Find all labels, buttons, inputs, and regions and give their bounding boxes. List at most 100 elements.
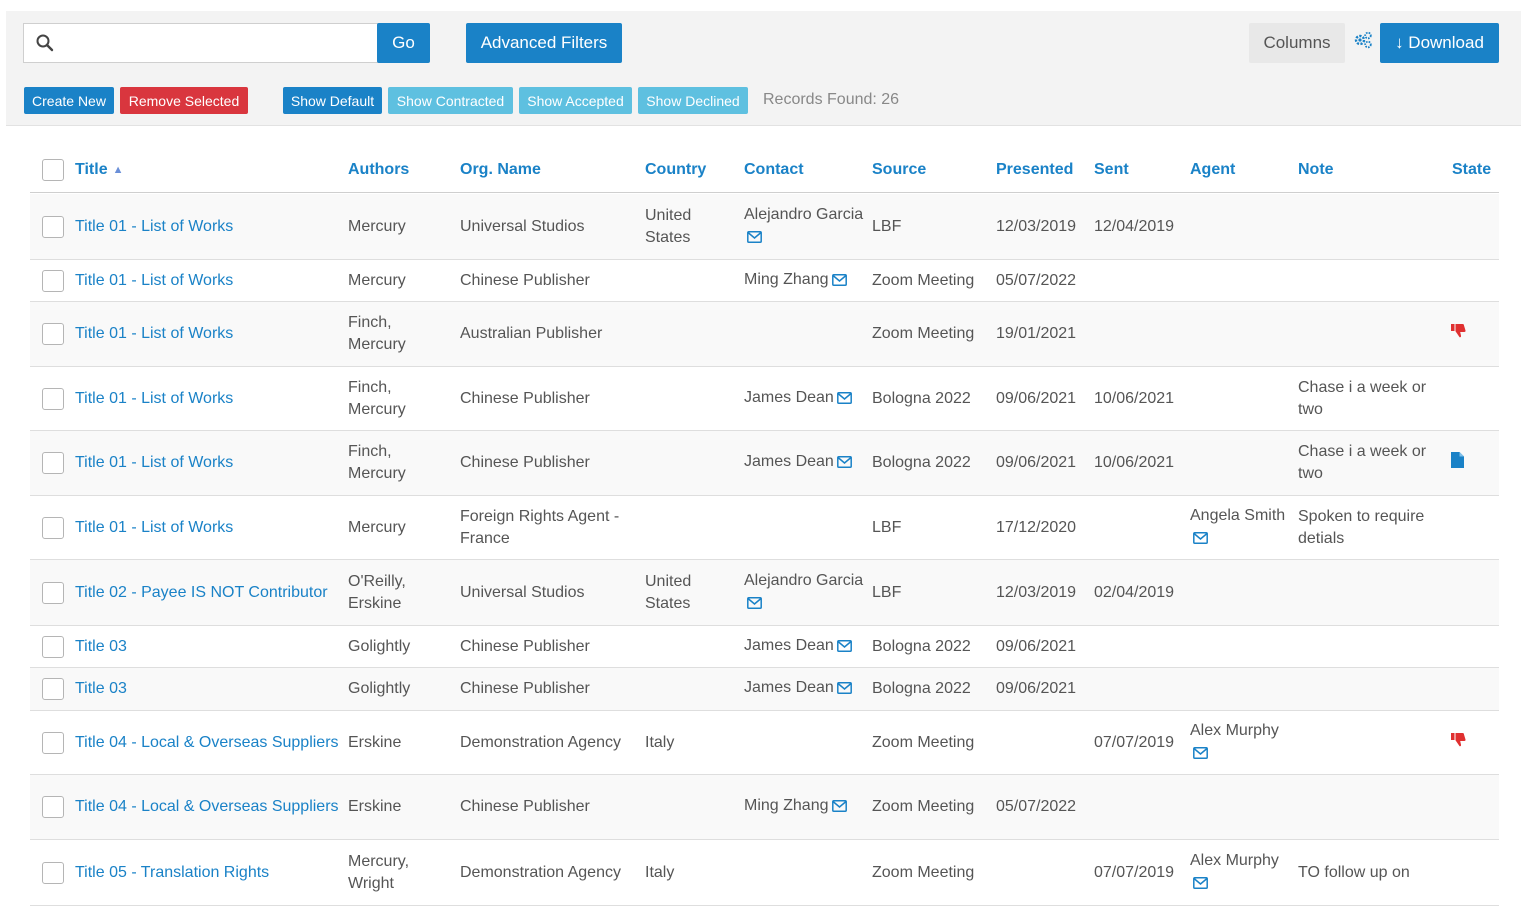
title-link[interactable]: Title 01 - List of Works bbox=[75, 388, 233, 410]
title-value[interactable]: Title 01 - List of Works bbox=[75, 272, 233, 289]
header-agent[interactable]: Agent bbox=[1190, 148, 1235, 192]
cell-title[interactable]: Title 04 - Local & Overseas Suppliers bbox=[75, 711, 345, 774]
header-authors[interactable]: Authors bbox=[348, 148, 409, 192]
cell-title[interactable]: Title 01 - List of Works bbox=[75, 194, 345, 259]
table-row[interactable]: Title 03 Golightly Chinese Publisher James … bbox=[30, 668, 1499, 711]
header-title[interactable]: Title ▲ bbox=[75, 148, 124, 192]
email-icon[interactable] bbox=[836, 453, 852, 475]
select-all-checkbox[interactable] bbox=[42, 159, 64, 181]
table-row[interactable]: Title 05 - Translation Rights Mercury, Wr… bbox=[30, 840, 1499, 906]
title-link[interactable]: Title 01 - List of Works bbox=[75, 323, 233, 345]
header-country[interactable]: Country bbox=[645, 148, 706, 192]
cell-title[interactable]: Title 01 - List of Works bbox=[75, 496, 345, 559]
row-checkbox[interactable] bbox=[42, 635, 64, 658]
title-link[interactable]: Title 01 - List of Works bbox=[75, 452, 233, 474]
table-row[interactable]: Title 01 - List of Works Finch, Mercury Ch… bbox=[30, 367, 1499, 431]
header-note[interactable]: Note bbox=[1298, 148, 1334, 192]
remove-selected-button[interactable]: Remove Selected bbox=[120, 87, 248, 114]
title-value[interactable]: Title 03 bbox=[75, 680, 127, 697]
advanced-filters-button[interactable]: Advanced Filters bbox=[466, 23, 622, 63]
title-value[interactable]: Title 01 - List of Works bbox=[75, 454, 233, 471]
email-icon[interactable] bbox=[831, 271, 847, 293]
create-new-button[interactable]: Create New bbox=[24, 87, 114, 114]
title-value[interactable]: Title 03 bbox=[75, 638, 127, 655]
table-row[interactable]: Title 01 - List of Works Finch, Mercury Ch… bbox=[30, 431, 1499, 496]
header-state[interactable]: State bbox=[1452, 148, 1491, 192]
title-link[interactable]: Title 01 - List of Works bbox=[75, 270, 233, 292]
go-button[interactable]: Go bbox=[377, 23, 430, 63]
cell-title[interactable]: Title 05 - Translation Rights bbox=[75, 840, 345, 905]
cell-title[interactable]: Title 01 - List of Works bbox=[75, 431, 345, 495]
row-checkbox[interactable] bbox=[42, 678, 64, 700]
row-checkbox[interactable] bbox=[42, 861, 64, 884]
title-value[interactable]: Title 01 - List of Works bbox=[75, 218, 233, 235]
cell-title[interactable]: Title 04 - Local & Overseas Suppliers bbox=[75, 775, 345, 839]
header-org-name[interactable]: Org. Name bbox=[460, 148, 541, 192]
table-row[interactable]: Title 03 Golightly Chinese Publisher James … bbox=[30, 626, 1499, 668]
header-sent[interactable]: Sent bbox=[1094, 148, 1129, 192]
row-checkbox[interactable] bbox=[42, 387, 64, 410]
title-link[interactable]: Title 03 bbox=[75, 678, 127, 700]
email-icon[interactable] bbox=[836, 637, 852, 659]
title-value[interactable]: Title 01 - List of Works bbox=[75, 325, 233, 342]
row-checkbox[interactable] bbox=[42, 581, 64, 604]
row-checkbox[interactable] bbox=[42, 269, 64, 292]
title-link[interactable]: Title 01 - List of Works bbox=[75, 216, 233, 238]
cell-title[interactable]: Title 02 - Payee IS NOT Contributor bbox=[75, 560, 345, 625]
search-input[interactable] bbox=[60, 26, 370, 60]
table-row[interactable]: Title 04 - Local & Overseas Suppliers Ers… bbox=[30, 775, 1499, 840]
cell-title[interactable]: Title 01 - List of Works bbox=[75, 260, 345, 301]
cell-title[interactable]: Title 01 - List of Works bbox=[75, 367, 345, 430]
table-row[interactable]: Title 01 - List of Works Mercury Chinese P… bbox=[30, 260, 1499, 302]
presented-value: 05/07/2022 bbox=[996, 271, 1077, 289]
title-value[interactable]: Title 01 - List of Works bbox=[75, 390, 233, 407]
title-value[interactable]: Title 05 - Translation Rights bbox=[75, 864, 269, 881]
row-checkbox[interactable] bbox=[42, 516, 64, 539]
title-link[interactable]: Title 05 - Translation Rights bbox=[75, 862, 269, 884]
thumbs-down-icon[interactable] bbox=[1451, 732, 1466, 754]
show-declined-button[interactable]: Show Declined bbox=[638, 87, 748, 114]
columns-button[interactable]: Columns bbox=[1249, 23, 1345, 63]
title-link[interactable]: Title 01 - List of Works bbox=[75, 517, 233, 539]
table-row[interactable]: Title 01 - List of Works Mercury Universal… bbox=[30, 194, 1499, 260]
email-icon[interactable] bbox=[747, 594, 762, 616]
row-checkbox[interactable] bbox=[42, 323, 64, 345]
email-icon[interactable] bbox=[747, 228, 762, 250]
cell-note bbox=[1298, 626, 1438, 667]
header-source[interactable]: Source bbox=[872, 148, 926, 192]
cell-title[interactable]: Title 03 bbox=[75, 626, 345, 667]
gears-icon[interactable] bbox=[1353, 31, 1373, 54]
header-presented[interactable]: Presented bbox=[996, 148, 1073, 192]
cell-title[interactable]: Title 03 bbox=[75, 668, 345, 710]
row-checkbox[interactable] bbox=[42, 215, 64, 238]
title-value[interactable]: Title 01 - List of Works bbox=[75, 519, 233, 536]
thumbs-down-icon[interactable] bbox=[1451, 323, 1466, 345]
email-icon[interactable] bbox=[1193, 529, 1208, 551]
title-link[interactable]: Title 02 - Payee IS NOT Contributor bbox=[75, 582, 328, 604]
show-contracted-button[interactable]: Show Contracted bbox=[388, 87, 513, 114]
title-value[interactable]: Title 04 - Local & Overseas Suppliers bbox=[75, 734, 339, 751]
email-icon[interactable] bbox=[836, 389, 852, 411]
table-row[interactable]: Title 02 - Payee IS NOT Contributor O'Rei… bbox=[30, 560, 1499, 626]
show-accepted-button[interactable]: Show Accepted bbox=[519, 87, 632, 114]
email-icon[interactable] bbox=[1193, 874, 1208, 896]
table-row[interactable]: Title 01 - List of Works Mercury Foreign R… bbox=[30, 496, 1499, 560]
title-link[interactable]: Title 03 bbox=[75, 636, 127, 658]
email-icon[interactable] bbox=[1193, 744, 1208, 766]
table-row[interactable]: Title 04 - Local & Overseas Suppliers Ers… bbox=[30, 711, 1499, 775]
title-value[interactable]: Title 02 - Payee IS NOT Contributor bbox=[75, 584, 328, 601]
header-contact[interactable]: Contact bbox=[744, 148, 804, 192]
download-button[interactable]: ↓ Download bbox=[1380, 23, 1499, 63]
show-default-button[interactable]: Show Default bbox=[283, 87, 382, 114]
cell-title[interactable]: Title 01 - List of Works bbox=[75, 302, 345, 366]
title-link[interactable]: Title 04 - Local & Overseas Suppliers bbox=[75, 732, 339, 754]
title-link[interactable]: Title 04 - Local & Overseas Suppliers bbox=[75, 796, 339, 818]
title-value[interactable]: Title 04 - Local & Overseas Suppliers bbox=[75, 798, 339, 815]
email-icon[interactable] bbox=[831, 797, 847, 819]
row-checkbox[interactable] bbox=[42, 731, 64, 754]
document-icon[interactable] bbox=[1451, 451, 1464, 475]
email-icon[interactable] bbox=[836, 679, 852, 701]
table-row[interactable]: Title 01 - List of Works Finch, Mercury Au… bbox=[30, 302, 1499, 367]
row-checkbox[interactable] bbox=[42, 796, 64, 818]
row-checkbox[interactable] bbox=[42, 452, 64, 474]
